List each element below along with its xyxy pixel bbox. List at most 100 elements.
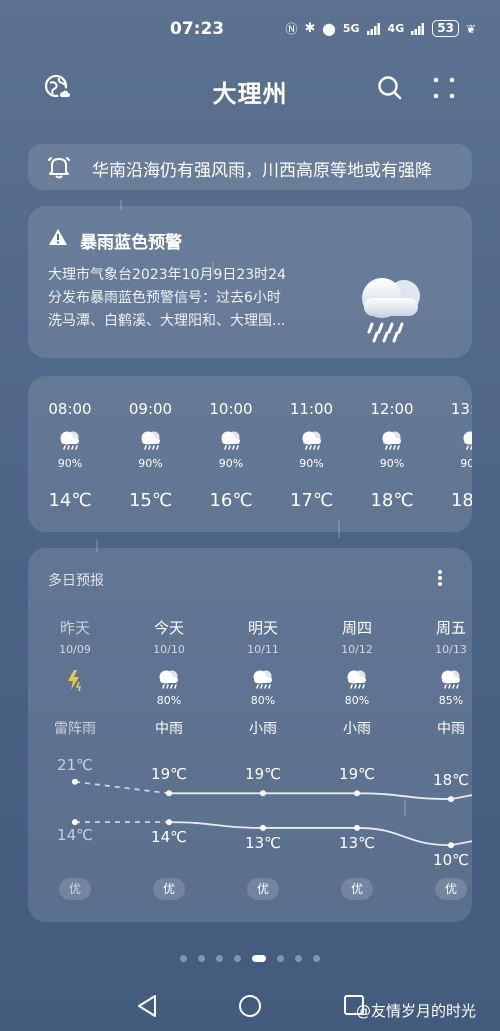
daily-item[interactable]: 周四 10/12 80% 小雨优 — [310, 548, 404, 922]
rain-cloud-icon — [382, 431, 401, 450]
hourly-temp: 18℃ — [450, 490, 472, 511]
hourly-time: 11:00 — [289, 400, 334, 418]
day-condition: 中雨 — [155, 721, 183, 737]
day-precip-prob: 85% — [438, 694, 464, 707]
rain-cloud-icon — [221, 431, 240, 450]
home-icon[interactable] — [238, 994, 262, 1018]
hourly-precip-prob: 90% — [57, 457, 83, 470]
low-temp-label: 13℃ — [339, 833, 375, 852]
hourly-precip-prob: 90% — [138, 457, 163, 470]
warning-icon — [49, 229, 67, 245]
signal-5g-icon — [366, 22, 380, 35]
alert-line: 分发布暴雨蓝色预警信号：过去6小时 — [48, 290, 281, 306]
day-date: 10/11 — [247, 643, 279, 656]
battery-indicator: 53 — [432, 20, 459, 37]
rain-cloud-icon — [253, 670, 272, 689]
low-temp-label: 13℃ — [245, 833, 281, 852]
heavy-rain-cloud-icon — [362, 278, 420, 343]
page-indicator — [0, 955, 500, 965]
air-quality-badge: 优 — [247, 878, 279, 900]
rain-cloud-icon — [159, 670, 178, 689]
daily-item[interactable]: 今天 10/10 80% 中雨优 — [122, 548, 216, 922]
bluetooth-icon: ✱ — [304, 21, 316, 36]
rain-cloud-icon — [141, 431, 160, 450]
high-temp-label: 18℃ — [433, 771, 469, 790]
hourly-precip-prob: 90% — [379, 457, 405, 470]
day-name: 周五 — [435, 619, 466, 637]
weather-alert-card[interactable]: 暴雨蓝色预警 大理市气象台2023年10月9日23时24 分发布暴雨蓝色预警信号… — [28, 206, 472, 358]
alert-line: 大理市气象台2023年10月9日23时24 — [48, 267, 286, 283]
rain-cloud-icon — [302, 431, 321, 450]
hourly-time: 08:00 — [48, 400, 92, 418]
page-indicator-dot — [252, 955, 266, 962]
back-icon[interactable] — [136, 994, 158, 1018]
header: 大理州 — [0, 66, 500, 112]
bell-icon — [48, 157, 70, 179]
network-5g-label: 5G — [342, 22, 360, 35]
low-temp-label: 14℃ — [151, 828, 187, 847]
page-title: 大理州 — [212, 80, 288, 108]
rain-cloud-icon — [463, 431, 472, 450]
daily-forecast[interactable]: 多日预报 昨天 10/09 雷阵雨优今天 10/10 80% 中雨优明天 10/11 80% 小… — [28, 548, 472, 922]
page-indicator-dot — [216, 955, 223, 962]
day-condition: 中雨 — [437, 721, 465, 737]
page-indicator-dot — [295, 955, 302, 962]
hourly-time: 13:00 — [450, 400, 472, 418]
page-indicator-dot — [277, 955, 284, 962]
news-ticker-text: 华南沿海仍有强风雨，川西高原等地或有强降 — [92, 161, 432, 181]
day-date: 10/09 — [59, 643, 91, 656]
hourly-precip-prob: 90% — [218, 457, 244, 470]
signal-4g-icon — [411, 22, 425, 35]
hourly-temp: 17℃ — [289, 490, 334, 511]
air-quality-badge: 优 — [435, 878, 467, 900]
hourly-time: 10:00 — [209, 400, 253, 418]
day-precip-prob: 80% — [250, 694, 276, 707]
day-name: 明天 — [247, 619, 278, 637]
daily-item[interactable]: 明天 10/11 80% 小雨优 — [216, 548, 310, 922]
rain-cloud-icon — [347, 670, 366, 689]
daily-item[interactable]: 昨天 10/09 雷阵雨优 — [28, 548, 122, 922]
hourly-time: 12:00 — [370, 400, 414, 418]
hourly-temp: 16℃ — [209, 490, 253, 511]
day-date: 10/13 — [435, 643, 467, 656]
high-temp-label: 21℃ — [57, 755, 93, 774]
day-name: 昨天 — [59, 619, 90, 637]
thunderstorm-icon — [68, 670, 82, 692]
hourly-precip-prob: 90% — [460, 457, 472, 470]
alert-description: 大理市气象台2023年10月9日23时24 分发布暴雨蓝色预警信号：过去6小时 … — [48, 264, 348, 333]
page-indicator-dot — [180, 955, 187, 962]
day-date: 10/10 — [153, 643, 185, 656]
news-ticker[interactable]: 华南沿海仍有强风雨，川西高原等地或有强降 — [28, 144, 472, 190]
location-icon: ⬤ — [322, 21, 336, 36]
day-name: 周四 — [341, 619, 372, 637]
more-icon[interactable] — [430, 74, 458, 102]
hourly-temp: 18℃ — [370, 490, 414, 511]
day-date: 10/12 — [341, 643, 373, 656]
hourly-time: 09:00 — [128, 400, 173, 418]
hourly-item: 11:00 90% 17℃ — [272, 376, 352, 532]
day-precip-prob: 80% — [344, 694, 370, 707]
hourly-item: 08:00 90% 14℃ — [30, 376, 110, 532]
page-indicator-dot — [198, 955, 205, 962]
status-time: 07:23 — [170, 19, 225, 39]
day-condition: 小雨 — [343, 721, 371, 737]
low-temp-label: 10℃ — [433, 851, 469, 870]
search-icon[interactable] — [376, 74, 404, 102]
hourly-temp: 14℃ — [48, 490, 92, 511]
day-name: 今天 — [153, 619, 184, 637]
leaf-icon: ❦ — [465, 21, 476, 36]
day-condition: 小雨 — [249, 721, 277, 737]
nfc-icon: Ⓝ — [285, 22, 298, 36]
hourly-temp: 15℃ — [128, 490, 173, 511]
high-temp-label: 19℃ — [151, 765, 187, 784]
high-temp-label: 19℃ — [339, 765, 375, 784]
network-4g-label: 4G — [387, 22, 405, 35]
page-indicator-dot — [313, 955, 320, 962]
hourly-item: 12:00 90% 18℃ — [352, 376, 432, 532]
hourly-item: 13:00 90% 18℃ — [433, 376, 472, 532]
hourly-forecast[interactable]: 08:00 90% 14℃ 09:00 90% 15℃ 10:00 90% 16℃ 11:00 90… — [28, 376, 472, 532]
low-temp-label: 14℃ — [57, 826, 93, 845]
day-condition: 雷阵雨 — [54, 721, 96, 737]
high-temp-label: 19℃ — [245, 765, 281, 784]
day-precip-prob: 80% — [156, 694, 182, 707]
